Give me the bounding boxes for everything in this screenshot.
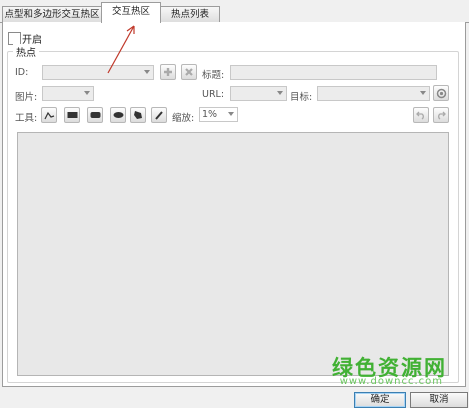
add-hotspot-button[interactable]	[160, 64, 176, 80]
hotspot-group-title: 热点	[13, 44, 39, 59]
hotspot-canvas[interactable]	[17, 132, 449, 376]
polyline-tool-button[interactable]	[41, 107, 57, 123]
zoom-dropdown[interactable]: 1%	[199, 107, 238, 122]
tab-interactive-hotspot[interactable]: 交互热区	[101, 2, 161, 23]
chevron-down-icon	[420, 91, 426, 95]
title-label: 标题:	[202, 70, 225, 81]
rounded-rect-icon	[90, 112, 100, 118]
rectangle-tool-button[interactable]	[64, 107, 80, 123]
zoom-label: 缩放:	[172, 113, 195, 124]
zoom-value: 1%	[202, 109, 218, 120]
redo-icon	[438, 111, 446, 120]
polyline-icon	[43, 111, 54, 119]
chevron-down-icon	[277, 91, 283, 95]
target-label: 目标:	[290, 92, 313, 103]
polygon-tool-button[interactable]	[130, 107, 146, 123]
polygon-icon	[134, 111, 142, 119]
settings-button[interactable]	[433, 85, 449, 101]
tab-label: 热点列表	[170, 9, 209, 20]
tools-label: 工具:	[15, 113, 38, 124]
ok-button[interactable]: 确定	[354, 392, 406, 408]
image-label: 图片:	[15, 92, 38, 103]
target-icon	[436, 88, 446, 98]
cancel-button[interactable]: 取消	[410, 392, 468, 408]
tab-hotspot-list[interactable]: 热点列表	[160, 6, 220, 22]
ellipse-icon	[113, 112, 123, 118]
tab-point-polygon-hotspot[interactable]: 点型和多边形交互热区	[2, 6, 102, 22]
rectangle-icon	[67, 112, 77, 118]
tab-label: 点型和多边形交互热区	[4, 9, 100, 20]
id-label: ID:	[15, 67, 29, 78]
target-dropdown[interactable]	[317, 86, 430, 101]
annotation-arrow	[107, 25, 135, 74]
watermark-url: www.downcc.com	[339, 376, 443, 387]
pen-icon	[155, 111, 163, 120]
pen-tool-button[interactable]	[151, 107, 167, 123]
undo-button[interactable]	[413, 107, 429, 123]
delete-hotspot-button[interactable]	[181, 64, 197, 80]
tab-label: 交互热区	[111, 6, 150, 17]
close-icon	[185, 68, 193, 76]
redo-button[interactable]	[433, 107, 449, 123]
plus-icon	[164, 68, 172, 76]
url-dropdown[interactable]	[230, 86, 287, 101]
ellipse-tool-button[interactable]	[110, 107, 126, 123]
undo-icon	[416, 111, 424, 120]
image-dropdown[interactable]	[42, 86, 94, 101]
chevron-down-icon	[84, 91, 90, 95]
chevron-down-icon	[228, 112, 234, 116]
url-label: URL:	[202, 89, 225, 100]
tab-bar: 点型和多边形交互热区 交互热区 热点列表	[0, 0, 469, 23]
title-input[interactable]	[230, 65, 437, 80]
rounded-rect-tool-button[interactable]	[87, 107, 103, 123]
